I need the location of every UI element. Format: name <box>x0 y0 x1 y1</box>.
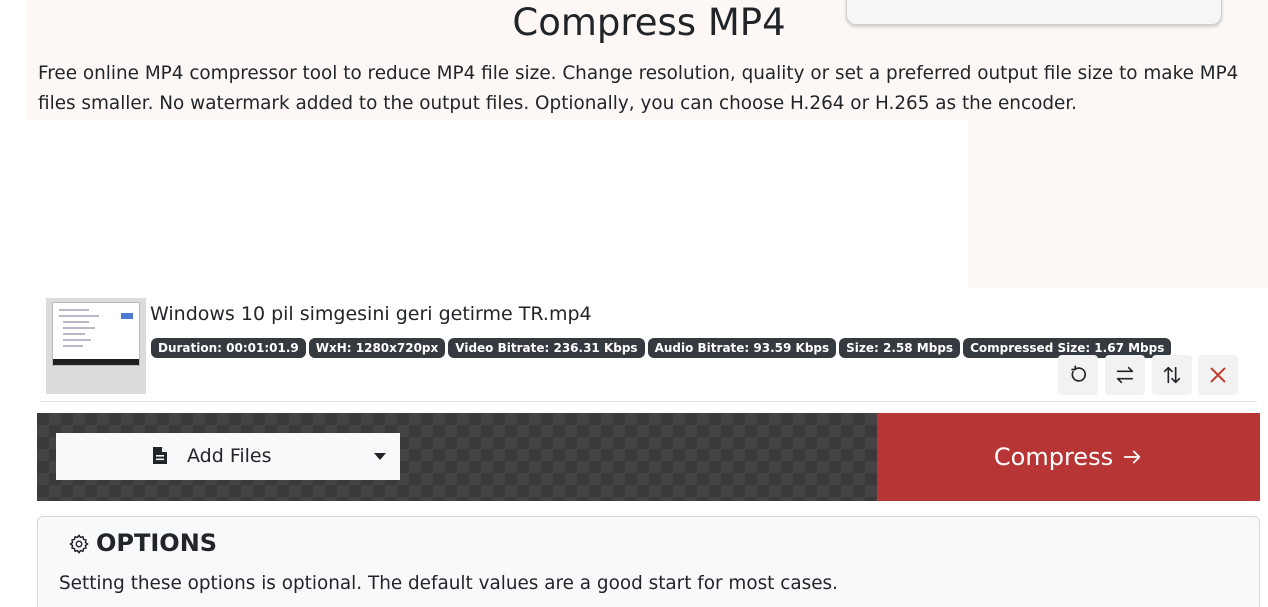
audio-bitrate-badge: Audio Bitrate: 93.59 Kbps <box>647 338 837 358</box>
dimensions-badge: WxH: 1280x720px <box>308 338 446 358</box>
gear-icon <box>69 534 89 554</box>
add-files-dropdown[interactable]: Add Files <box>56 433 400 480</box>
duration-badge: Duration: 00:01:01.9 <box>151 338 306 358</box>
flip-vertical-button[interactable] <box>1152 355 1192 395</box>
page-title: Compress MP4 <box>512 1 786 44</box>
compress-button[interactable]: Compress <box>877 413 1260 501</box>
file-name: Windows 10 pil simgesini geri getirme TR… <box>150 303 592 325</box>
close-icon <box>1210 367 1226 383</box>
video-thumbnail <box>46 298 146 394</box>
swap-vertical-icon <box>1163 366 1181 384</box>
options-panel: OPTIONS Setting these options is optiona… <box>37 516 1260 607</box>
file-icon <box>153 447 167 464</box>
rotate-icon <box>1071 365 1086 382</box>
video-bitrate-badge: Video Bitrate: 236.31 Kbps <box>448 338 645 358</box>
flip-horizontal-button[interactable] <box>1105 355 1145 395</box>
page-description: Free online MP4 compressor tool to reduc… <box>38 63 1239 114</box>
options-help-text: Setting these options is optional. The d… <box>59 573 838 594</box>
rotate-button[interactable] <box>1058 355 1098 395</box>
size-badge: Size: 2.58 Mbps <box>839 338 961 358</box>
compress-label: Compress <box>993 443 1114 471</box>
side-panel-background <box>968 120 1268 288</box>
chevron-down-icon <box>374 453 386 460</box>
swap-horizontal-icon <box>1116 366 1134 384</box>
file-info-badges: Duration: 00:01:01.9 WxH: 1280x720px Vid… <box>151 338 1172 358</box>
arrow-right-icon <box>1123 450 1141 464</box>
add-files-label: Add Files <box>187 445 272 467</box>
remove-file-button[interactable] <box>1198 355 1238 395</box>
file-list-item: Windows 10 pil simgesini geri getirme TR… <box>40 290 1257 402</box>
options-title: OPTIONS <box>96 529 218 557</box>
